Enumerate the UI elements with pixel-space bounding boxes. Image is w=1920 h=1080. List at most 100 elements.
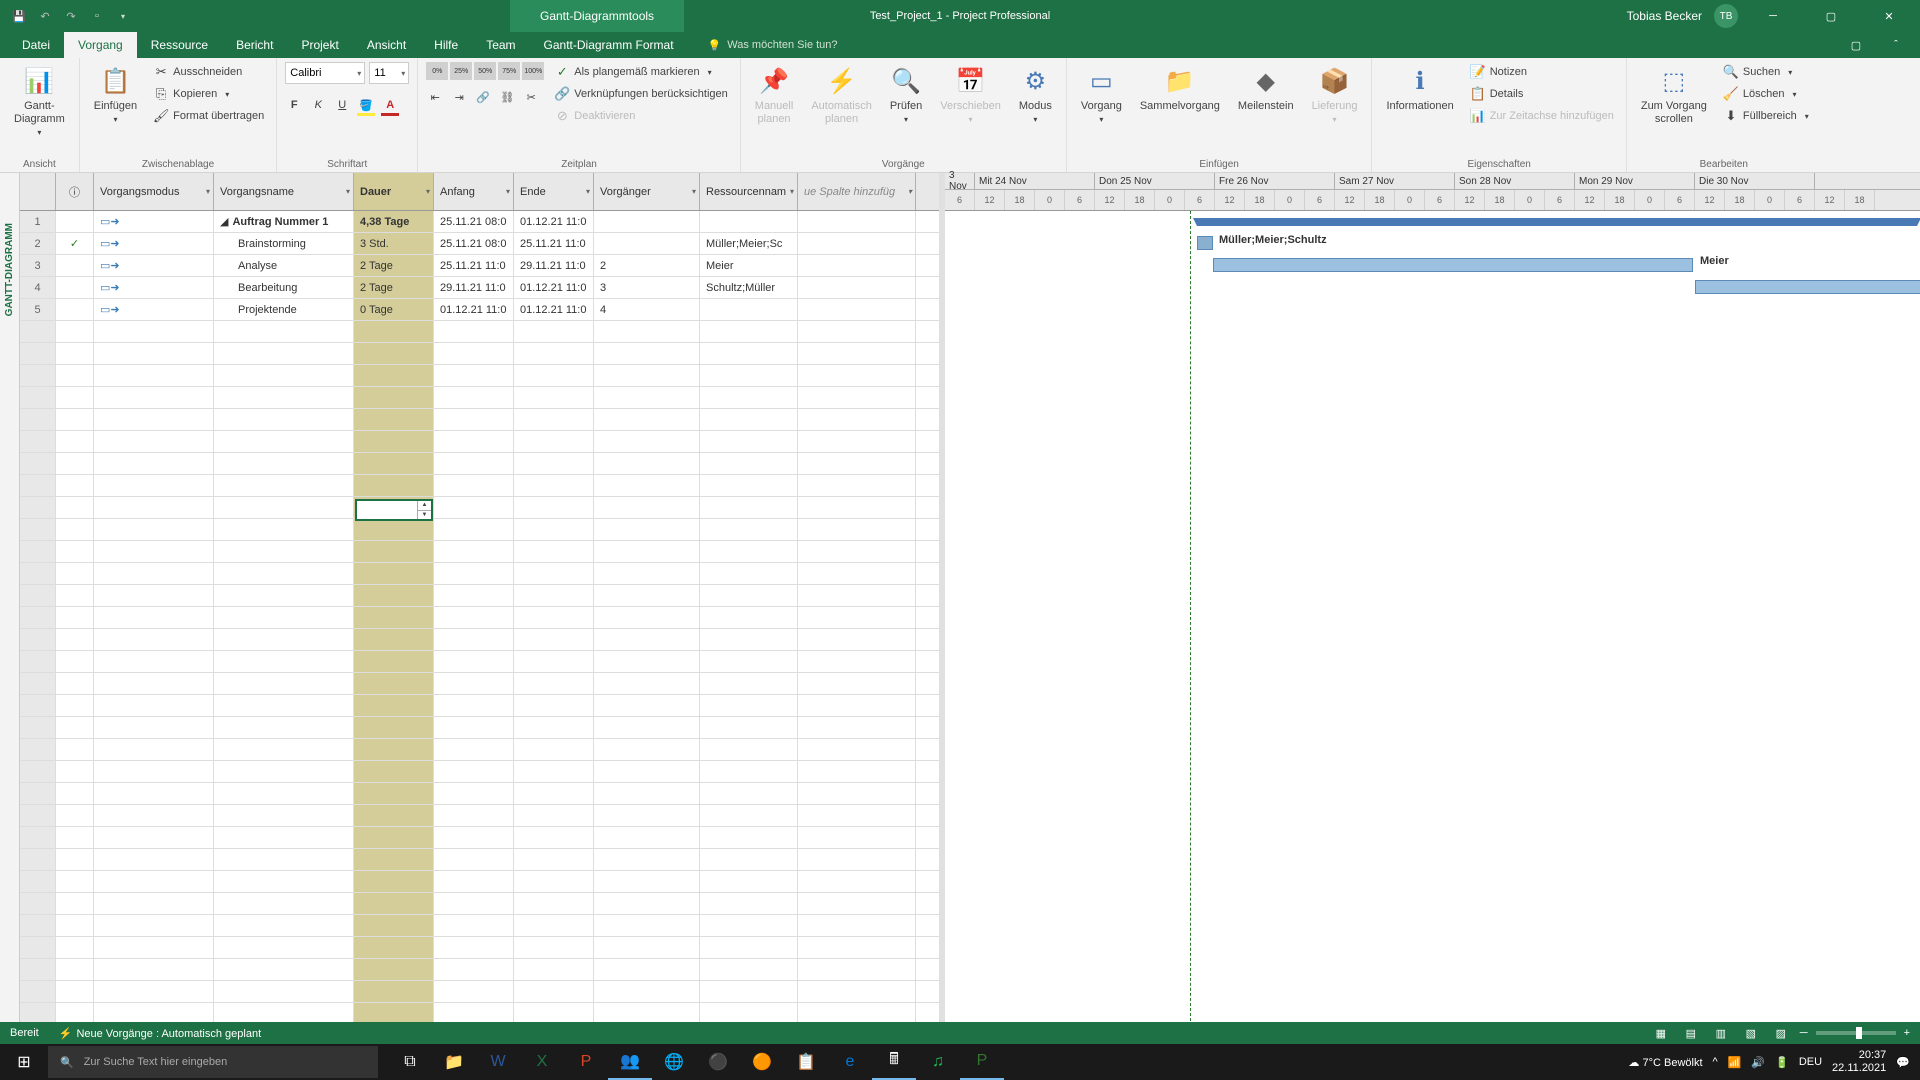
cell[interactable] [700,893,798,914]
cell[interactable] [354,849,434,870]
cell[interactable] [56,563,94,584]
cell[interactable] [94,431,214,452]
cell[interactable]: 01.12.21 11:0 [434,299,514,320]
spotify-icon[interactable]: ♫ [916,1044,960,1080]
table-row-empty[interactable] [20,695,939,717]
cell[interactable] [700,783,798,804]
cell[interactable] [434,783,514,804]
indent-button[interactable]: ⇥ [450,88,468,106]
cell[interactable] [798,849,916,870]
cell[interactable] [214,431,354,452]
table-row-empty[interactable] [20,453,939,475]
cell[interactable] [514,1003,594,1024]
details-button[interactable]: 📋Details [1466,84,1618,104]
obs-icon[interactable]: ⚫ [696,1044,740,1080]
new-doc-icon[interactable]: ▫ [88,7,106,25]
cell[interactable] [594,827,700,848]
vorgang-button[interactable]: ▭Vorgang▾ [1075,62,1128,129]
cell[interactable] [594,629,700,650]
cell[interactable] [20,915,56,936]
qat-dropdown-icon[interactable]: ▾ [114,7,132,25]
cell[interactable] [354,607,434,628]
cell[interactable] [214,409,354,430]
cell[interactable] [94,827,214,848]
table-row-empty[interactable] [20,959,939,981]
summary-button[interactable]: 📁Sammelvorgang [1134,62,1226,117]
cell[interactable] [514,937,594,958]
cell[interactable] [56,497,94,518]
cell[interactable] [700,409,798,430]
cell[interactable] [214,585,354,606]
cell[interactable] [700,937,798,958]
table-row[interactable]: 3▭➜Analyse2 Tage25.11.21 11:029.11.21 11… [20,255,939,277]
cell[interactable] [56,915,94,936]
clear-button[interactable]: 🧹Löschen▾ [1719,84,1813,104]
cell[interactable] [594,849,700,870]
task-view-icon[interactable]: ⧉ [388,1044,432,1080]
paste-button[interactable]: 📋 Einfügen ▾ [88,62,143,129]
cell[interactable] [214,871,354,892]
cell[interactable] [56,651,94,672]
cell[interactable] [94,585,214,606]
cell[interactable] [214,695,354,716]
cell[interactable] [700,739,798,760]
cell[interactable] [434,365,514,386]
cell[interactable] [94,893,214,914]
cell[interactable] [56,827,94,848]
cell[interactable] [514,409,594,430]
cell[interactable] [20,959,56,980]
cell[interactable] [20,783,56,804]
cell[interactable] [700,695,798,716]
cell[interactable] [700,761,798,782]
table-row-empty[interactable] [20,343,939,365]
scroll-to-task-button[interactable]: ⬚Zum Vorgang scrollen [1635,62,1713,130]
table-row-empty[interactable] [20,761,939,783]
font-size-select[interactable]: 11 [369,62,409,84]
cell[interactable] [700,585,798,606]
cell[interactable] [94,387,214,408]
timeline-add-button[interactable]: 📊Zur Zeitachse hinzufügen [1466,106,1618,126]
table-row-empty[interactable] [20,497,939,519]
cell[interactable] [94,783,214,804]
pct-100-button[interactable]: 100% [522,62,544,80]
cell[interactable] [94,871,214,892]
cell[interactable] [434,585,514,606]
cell[interactable] [798,277,916,298]
table-row-empty[interactable] [20,937,939,959]
cell[interactable] [56,321,94,342]
cell[interactable] [20,563,56,584]
cell[interactable]: ▭➜ [94,233,214,254]
cell[interactable] [94,321,214,342]
cell[interactable]: 29.11.21 11:0 [434,277,514,298]
cell[interactable] [94,959,214,980]
cell[interactable] [214,365,354,386]
cell[interactable] [594,211,700,232]
cell[interactable] [56,211,94,232]
table-row[interactable]: 5▭➜Projektende0 Tage01.12.21 11:001.12.2… [20,299,939,321]
project-icon[interactable]: P [960,1044,1004,1080]
cell[interactable] [594,937,700,958]
cut-button[interactable]: ✂Ausschneiden [149,62,268,82]
cell[interactable] [20,387,56,408]
cell[interactable] [354,915,434,936]
cell[interactable] [56,739,94,760]
cell[interactable] [434,651,514,672]
cell[interactable] [434,453,514,474]
cell[interactable] [354,585,434,606]
header-name[interactable]: Vorgangsname▾ [214,173,354,210]
powerpoint-icon[interactable]: P [564,1044,608,1080]
task-bar-analyse[interactable] [1213,258,1693,272]
summary-bar[interactable] [1197,218,1917,226]
cell[interactable] [434,497,514,518]
cell[interactable] [434,519,514,540]
cell[interactable] [214,519,354,540]
cell[interactable] [20,629,56,650]
table-row-empty[interactable] [20,475,939,497]
table-row-empty[interactable] [20,915,939,937]
cell[interactable] [594,431,700,452]
mode-button[interactable]: ⚙Modus▾ [1013,62,1058,129]
cell[interactable] [56,409,94,430]
cell[interactable] [798,563,916,584]
cell[interactable] [798,585,916,606]
cell[interactable] [594,453,700,474]
